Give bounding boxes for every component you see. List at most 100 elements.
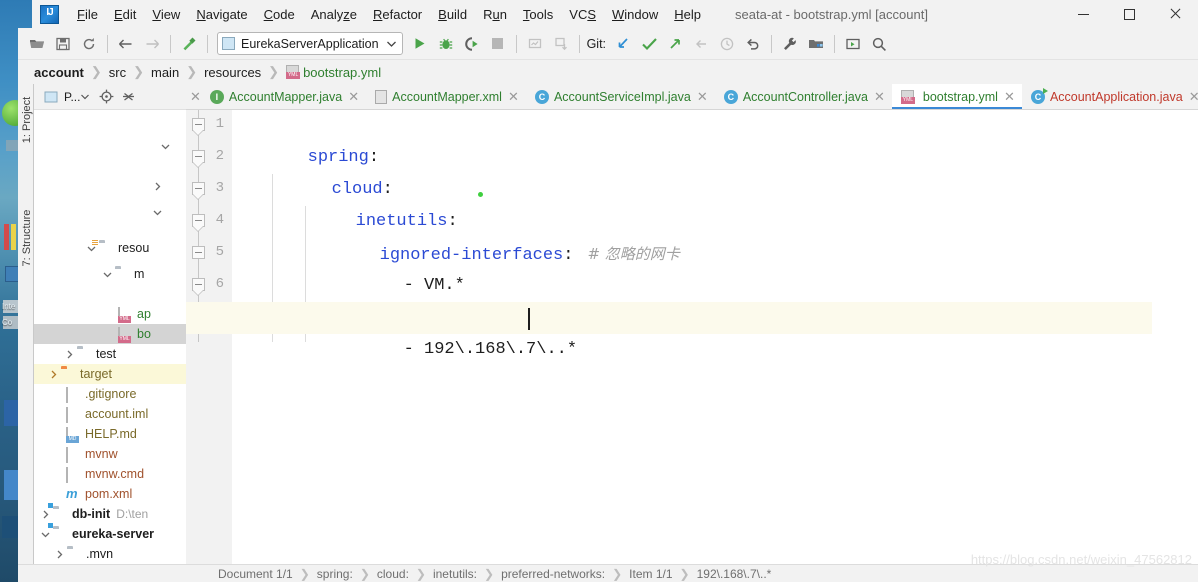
- menu-help[interactable]: Help: [666, 3, 709, 26]
- close-button[interactable]: [1152, 0, 1198, 28]
- menu-analyze[interactable]: Analyze: [303, 3, 365, 26]
- git-history-icon[interactable]: [714, 31, 740, 57]
- select-in-icon[interactable]: [840, 31, 866, 57]
- tree-item-main[interactable]: m: [34, 264, 186, 284]
- tree-item-application-yml[interactable]: YML ap: [34, 304, 186, 324]
- build-hammer-icon[interactable]: [176, 31, 202, 57]
- project-view-dropdown[interactable]: [40, 86, 62, 108]
- git-update-project-icon[interactable]: [610, 31, 636, 57]
- editor-tab-account-mapper-xml[interactable]: AccountMapper.xml ✕: [366, 84, 526, 109]
- fold-marker-line-6[interactable]: [192, 278, 205, 296]
- code-editor[interactable]: 1 2 3 4 5 6 7 spring: cloud:: [186, 110, 1198, 564]
- menu-tools[interactable]: Tools: [515, 3, 561, 26]
- menu-navigate[interactable]: Navigate: [188, 3, 255, 26]
- tree-item-mvnw-cmd[interactable]: mvnw.cmd: [34, 464, 186, 484]
- maximize-button[interactable]: [1106, 0, 1152, 28]
- scroll-from-source-icon[interactable]: [95, 86, 117, 108]
- menu-run[interactable]: Run: [475, 3, 515, 26]
- close-icon[interactable]: ✕: [508, 90, 519, 103]
- run-icon[interactable]: [407, 31, 433, 57]
- fold-marker-line-4[interactable]: [192, 214, 205, 232]
- search-everywhere-icon[interactable]: [866, 31, 892, 57]
- minimize-button[interactable]: [1060, 0, 1106, 28]
- fold-marker-line-5[interactable]: [192, 246, 205, 259]
- close-icon[interactable]: ✕: [1189, 90, 1198, 103]
- fold-marker-line-2[interactable]: [192, 150, 205, 168]
- attach-to-process-icon[interactable]: [548, 31, 574, 57]
- tree-item-pom-xml[interactable]: m pom.xml: [34, 484, 186, 504]
- navigate-back-icon[interactable]: [113, 31, 139, 57]
- tree-row-collapsed-2[interactable]: [34, 176, 186, 196]
- menu-refactor[interactable]: Refactor: [365, 3, 430, 26]
- status-path-cloud[interactable]: cloud:: [377, 567, 409, 581]
- tree-item-mvnw[interactable]: mvnw: [34, 444, 186, 464]
- git-commit-icon[interactable]: [636, 31, 662, 57]
- menu-edit[interactable]: Edit: [106, 3, 144, 26]
- close-icon[interactable]: ✕: [697, 90, 708, 103]
- menu-build[interactable]: Build: [430, 3, 475, 26]
- tree-item-mvn[interactable]: .mvn: [34, 544, 186, 564]
- profile-icon[interactable]: [522, 31, 548, 57]
- breadcrumb-item-account[interactable]: account: [34, 65, 84, 80]
- code-line-6[interactable]: preferred-networks:# 要是用的网卡的网段: [298, 270, 740, 329]
- menu-file[interactable]: File: [69, 3, 106, 26]
- status-path-preferred-networks[interactable]: preferred-networks:: [501, 567, 605, 581]
- code-line-1[interactable]: spring:: [226, 110, 379, 167]
- status-path-inetutils[interactable]: inetutils:: [433, 567, 477, 581]
- breadcrumb-item-src[interactable]: src: [109, 65, 126, 80]
- tree-item-eureka-server[interactable]: eureka-server: [34, 524, 186, 544]
- code-line-5[interactable]: - VM.*: [322, 238, 465, 295]
- editor-tab-bootstrap-yml[interactable]: bootstrap.yml ✕: [891, 84, 1022, 109]
- menu-window[interactable]: Window: [604, 3, 666, 26]
- menu-code[interactable]: Code: [256, 3, 303, 26]
- breadcrumb-item-resources[interactable]: resources: [204, 65, 261, 80]
- tree-item-bootstrap-yml[interactable]: YML bo: [34, 324, 186, 344]
- fold-marker-line-3[interactable]: [192, 182, 205, 200]
- code-line-7[interactable]: - 192\.168\.7\..*: [186, 302, 1152, 359]
- menu-vcs[interactable]: VCS: [561, 3, 604, 26]
- tree-item-db-init[interactable]: db-init D:\ten: [34, 504, 186, 524]
- editor-tab-account-application-java[interactable]: C AccountApplication.java ✕: [1021, 84, 1198, 109]
- git-revert-icon[interactable]: [688, 31, 714, 57]
- tree-item-target[interactable]: target: [34, 364, 186, 384]
- navigate-forward-icon[interactable]: [139, 31, 165, 57]
- tree-item-help-md[interactable]: MD HELP.md: [34, 424, 186, 444]
- fold-marker-line-1[interactable]: [192, 118, 205, 136]
- tree-item-test[interactable]: test: [34, 344, 186, 364]
- code-content[interactable]: spring: cloud: inetutils: ignored-interf…: [186, 110, 1198, 564]
- run-with-coverage-icon[interactable]: [459, 31, 485, 57]
- editor-tab-label: AccountServiceImpl.java: [553, 89, 691, 104]
- close-icon[interactable]: ✕: [348, 90, 359, 103]
- breadcrumb-item-bootstrap-yml[interactable]: bootstrap.yml: [303, 65, 381, 80]
- settings-wrench-icon[interactable]: [777, 31, 803, 57]
- git-push-icon[interactable]: [662, 31, 688, 57]
- close-icon[interactable]: ✕: [1004, 90, 1015, 103]
- synchronize-icon[interactable]: [76, 31, 102, 57]
- tab-scroll-close-icon[interactable]: ✕: [190, 89, 201, 105]
- editor-tab-account-mapper-java[interactable]: I AccountMapper.java ✕: [200, 84, 367, 109]
- debug-icon[interactable]: [433, 31, 459, 57]
- code-line-4[interactable]: ignored-interfaces: # 忽略的网卡: [298, 206, 680, 265]
- tree-row-collapsed-3[interactable]: [34, 202, 186, 222]
- project-structure-icon[interactable]: [803, 31, 829, 57]
- undo-icon[interactable]: [740, 31, 766, 57]
- tree-row-collapsed-1[interactable]: [34, 136, 186, 156]
- menu-view[interactable]: View: [144, 3, 188, 26]
- tree-item-account-iml[interactable]: account.iml: [34, 404, 186, 424]
- project-tree[interactable]: resou m YML ap YML bo test target .gitig…: [34, 110, 186, 582]
- tree-item-resources[interactable]: resou: [34, 238, 186, 258]
- editor-tab-account-service-impl-java[interactable]: C AccountServiceImpl.java ✕: [525, 84, 715, 109]
- stop-icon[interactable]: [485, 31, 511, 57]
- code-line-2[interactable]: cloud:: [250, 142, 393, 199]
- close-icon[interactable]: ✕: [874, 90, 885, 103]
- code-line-3[interactable]: inetutils:: [274, 174, 458, 231]
- tree-item-gitignore[interactable]: .gitignore: [34, 384, 186, 404]
- save-all-icon[interactable]: [50, 31, 76, 57]
- status-path-spring[interactable]: spring:: [317, 567, 353, 581]
- code-folding-column[interactable]: [186, 110, 212, 564]
- editor-tab-account-controller-java[interactable]: C AccountController.java ✕: [714, 84, 892, 109]
- open-folder-icon[interactable]: [24, 31, 50, 57]
- breadcrumb-item-main[interactable]: main: [151, 65, 179, 80]
- collapse-all-icon[interactable]: [117, 86, 139, 108]
- run-configuration-selector[interactable]: EurekaServerApplication: [217, 32, 403, 55]
